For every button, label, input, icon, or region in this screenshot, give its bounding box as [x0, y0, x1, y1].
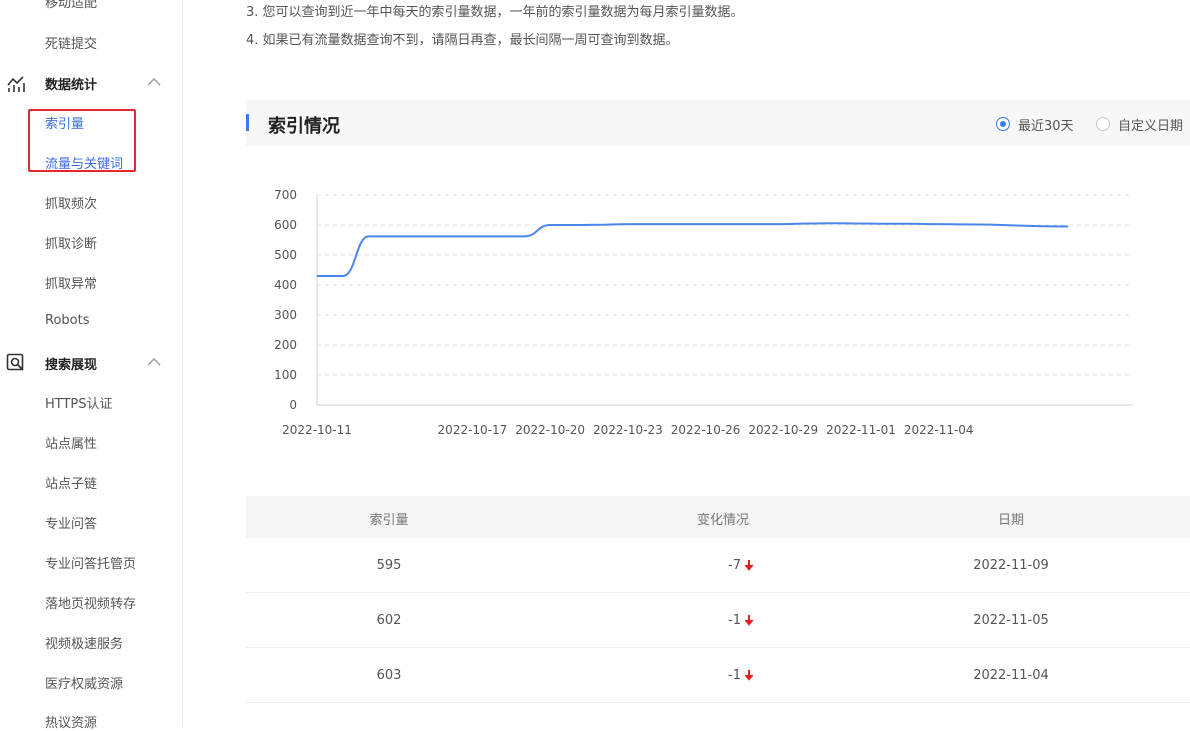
y-tick-label: 600 — [274, 218, 297, 232]
search-icon — [6, 353, 24, 371]
cell-date: 2022-11-05 — [973, 613, 1049, 628]
table-row: 595 -7 2022-11-09 — [246, 538, 1190, 593]
table-header: 索引量 变化情况 日期 — [246, 496, 1190, 538]
sidebar-item-crawl-diagnosis[interactable]: 抓取诊断 — [45, 233, 97, 252]
section-title: 索引情况 — [268, 116, 340, 137]
col-header-change: 变化情况 — [696, 513, 750, 528]
sidebar-item-traffic-keywords[interactable]: 流量与关键词 — [45, 153, 123, 172]
radio-label: 最近30天 — [1018, 119, 1074, 134]
x-tick-label: 2022-10-17 — [438, 423, 508, 437]
notice-4: 4. 如果已有流量数据查询不到，请隔日再查，最长间隔一周可查询到数据。 — [246, 33, 679, 48]
y-tick-label: 500 — [274, 248, 297, 262]
chart-icon — [7, 76, 25, 92]
sidebar-item-pro-qa[interactable]: 专业问答 — [45, 513, 97, 532]
x-tick-label: 2022-10-23 — [593, 423, 663, 437]
arrow-down-icon — [744, 560, 754, 571]
sidebar-item-robots[interactable]: Robots — [45, 313, 89, 328]
y-tick-label: 700 — [274, 188, 297, 202]
change-value: -7 — [728, 558, 741, 573]
change-value: -1 — [728, 668, 741, 683]
x-tick-label: 2022-11-04 — [904, 423, 974, 437]
chevron-up-icon[interactable] — [146, 74, 162, 90]
change-value: -1 — [728, 613, 741, 628]
x-tick-label: 2022-11-01 — [826, 423, 896, 437]
y-tick-label: 400 — [274, 278, 297, 292]
sidebar-group-stats-label: 数据统计 — [45, 78, 98, 93]
arrow-down-icon — [744, 615, 754, 626]
col-header-count: 索引量 — [369, 513, 409, 528]
x-tick-label: 2022-10-26 — [671, 423, 741, 437]
arrow-down-icon — [744, 670, 754, 681]
main-content: 3. 您可以查询到近一年中每天的索引量数据，一年前的索引量数据为每月索引量数据。… — [183, 0, 1190, 726]
sidebar-item-dead-link[interactable]: 死链提交 — [45, 33, 97, 52]
cell-change: -7 — [728, 558, 754, 573]
y-tick-label: 100 — [274, 368, 297, 382]
section-accent-bar — [246, 114, 249, 131]
chevron-up-icon[interactable] — [146, 354, 162, 370]
sidebar-item-landing-video[interactable]: 落地页视频转存 — [45, 593, 136, 612]
index-table: 索引量 变化情况 日期 595 -7 2022-11-09 602 -1 202… — [246, 496, 1190, 703]
radio-dot — [996, 117, 1010, 131]
sidebar-item-medical-authority[interactable]: 医疗权威资源 — [45, 673, 123, 692]
x-tick-label: 2022-10-20 — [515, 423, 585, 437]
notice-3: 3. 您可以查询到近一年中每天的索引量数据，一年前的索引量数据为每月索引量数据。 — [246, 5, 744, 20]
index-line-chart: 0 100 200 300 400 500 600 700 2022-10-11 2022-10-… — [274, 188, 1133, 437]
cell-change: -1 — [728, 668, 754, 683]
col-header-date: 日期 — [997, 513, 1025, 528]
sidebar-item-index[interactable]: 索引量 — [45, 113, 84, 132]
series-line — [316, 222, 1069, 277]
cell-change: -1 — [728, 613, 754, 628]
cell-date: 2022-11-04 — [973, 668, 1049, 683]
cell-date: 2022-11-09 — [973, 558, 1049, 573]
sidebar-item-sitelinks[interactable]: 站点子链 — [45, 473, 97, 492]
sidebar: 移动适配 死链提交 数据统计 索引量 流量与关键词 抓取频次 抓取诊断 抓取异常… — [0, 0, 183, 731]
section-header: 索引情况 最近30天 自定义日期 — [246, 100, 1190, 146]
table-row: 602 -1 2022-11-05 — [246, 593, 1190, 648]
radio-label: 自定义日期 — [1118, 119, 1184, 134]
sidebar-group-search[interactable]: 搜索展现 — [0, 348, 183, 378]
sidebar-item-https[interactable]: HTTPS认证 — [45, 393, 113, 412]
y-tick-label: 0 — [289, 398, 297, 412]
sidebar-item-mobile-adapt[interactable]: 移动适配 — [45, 0, 97, 11]
sidebar-item-site-attributes[interactable]: 站点属性 — [45, 433, 97, 452]
sidebar-item-crawl-frequency[interactable]: 抓取频次 — [45, 193, 97, 212]
y-tick-label: 200 — [274, 338, 297, 352]
cell-count: 595 — [376, 558, 402, 573]
sidebar-item-video-fast[interactable]: 视频极速服务 — [45, 633, 123, 652]
sidebar-item-hot-topics[interactable]: 热议资源 — [45, 712, 97, 731]
cell-count: 603 — [376, 668, 402, 683]
y-tick-label: 300 — [274, 308, 297, 322]
x-tick-label: 2022-10-29 — [748, 423, 818, 437]
radio-dot — [1096, 117, 1110, 131]
sidebar-group-search-label: 搜索展现 — [45, 358, 98, 373]
table-row: 603 -1 2022-11-04 — [246, 648, 1190, 703]
sidebar-group-stats[interactable]: 数据统计 — [0, 68, 183, 98]
sidebar-item-pro-qa-hosting[interactable]: 专业问答托管页 — [45, 553, 136, 572]
sidebar-item-crawl-error[interactable]: 抓取异常 — [45, 273, 97, 292]
cell-count: 602 — [376, 613, 402, 628]
x-tick-label: 2022-10-11 — [282, 423, 352, 437]
